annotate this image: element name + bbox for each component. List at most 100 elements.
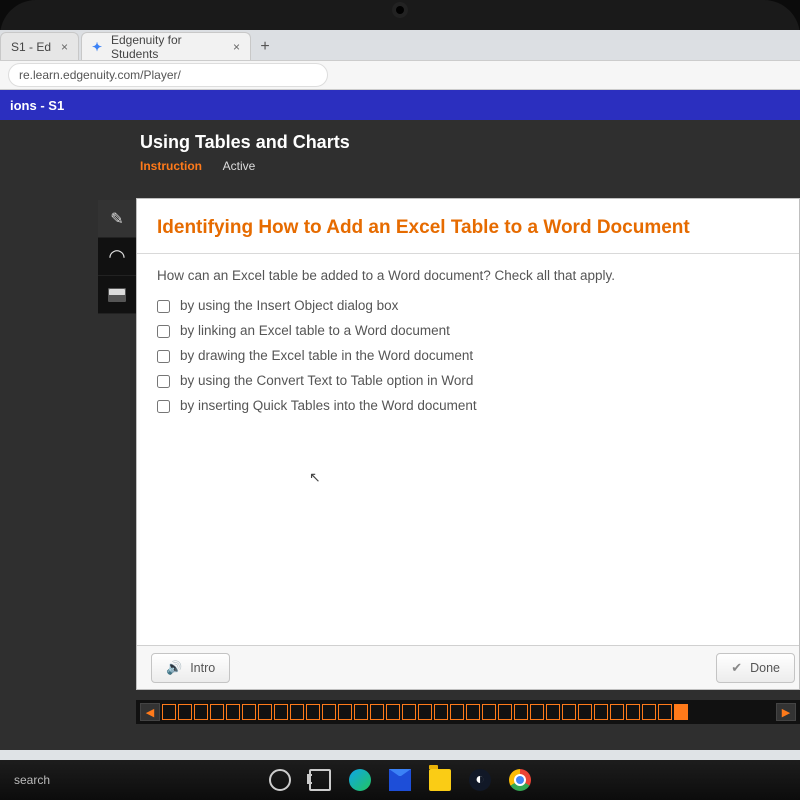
tab-instruction[interactable]: Instruction	[140, 159, 202, 173]
progress-cell[interactable]	[178, 704, 192, 720]
progress-cell[interactable]	[626, 704, 640, 720]
calculator-tool[interactable]	[98, 276, 136, 314]
side-toolbar: ✎ ◠	[98, 200, 136, 314]
mouse-cursor-icon: ↖	[309, 469, 321, 486]
question-heading: Identifying How to Add an Excel Table to…	[137, 199, 799, 253]
progress-cell[interactable]	[290, 704, 304, 720]
close-icon[interactable]: ×	[233, 40, 240, 54]
progress-cell[interactable]	[162, 704, 176, 720]
browser-tab-0[interactable]: S1 - Ed ×	[0, 32, 79, 60]
lesson-tabs: Instruction Active	[140, 159, 350, 173]
taskbar-search[interactable]: search	[0, 773, 64, 787]
course-title: ions - S1	[10, 98, 64, 113]
cortana-icon[interactable]	[269, 769, 291, 791]
progress-cell[interactable]	[434, 704, 448, 720]
pencil-icon: ✎	[110, 209, 123, 229]
option-2-label: by drawing the Excel table in the Word d…	[180, 348, 473, 363]
search-placeholder: search	[14, 773, 50, 787]
laptop-bezel: S1 - Ed × ✦ Edgenuity for Students × + r…	[0, 0, 800, 800]
progress-next-button[interactable]: ▶	[776, 703, 796, 721]
question-card: Identifying How to Add an Excel Table to…	[136, 198, 800, 690]
browser-tabstrip: S1 - Ed × ✦ Edgenuity for Students × +	[0, 30, 800, 60]
progress-cell[interactable]	[402, 704, 416, 720]
progress-cell[interactable]	[258, 704, 272, 720]
progress-cell[interactable]	[242, 704, 256, 720]
progress-cell[interactable]	[498, 704, 512, 720]
divider	[137, 253, 799, 254]
edge-icon[interactable]	[349, 769, 371, 791]
progress-cell[interactable]	[194, 704, 208, 720]
option-0-label: by using the Insert Object dialog box	[180, 298, 398, 313]
browser-tab-1[interactable]: ✦ Edgenuity for Students ×	[81, 32, 251, 60]
tab-active-state: Active	[223, 159, 256, 173]
progress-cells	[162, 704, 774, 720]
progress-cell[interactable]	[674, 704, 688, 720]
chrome-icon[interactable]	[509, 769, 531, 791]
course-title-bar: ions - S1	[0, 90, 800, 120]
url-field[interactable]: re.learn.edgenuity.com/Player/	[8, 63, 328, 87]
option-2[interactable]: by drawing the Excel table in the Word d…	[157, 343, 779, 368]
taskbar-icons: ◐	[269, 769, 531, 791]
progress-cell[interactable]	[610, 704, 624, 720]
progress-cell[interactable]	[338, 704, 352, 720]
steam-icon[interactable]: ◐	[469, 769, 491, 791]
progress-cell[interactable]	[594, 704, 608, 720]
question-prompt: How can an Excel table be added to a Wor…	[137, 268, 799, 293]
option-0[interactable]: by using the Insert Object dialog box	[157, 293, 779, 318]
option-4-checkbox[interactable]	[157, 400, 170, 413]
progress-cell[interactable]	[386, 704, 400, 720]
progress-cell[interactable]	[466, 704, 480, 720]
lesson-title: Using Tables and Charts	[140, 132, 350, 153]
speaker-icon: 🔊	[166, 660, 182, 676]
option-3[interactable]: by using the Convert Text to Table optio…	[157, 368, 779, 393]
progress-strip: ◀ ▶	[136, 700, 800, 724]
progress-cell[interactable]	[530, 704, 544, 720]
option-4[interactable]: by inserting Quick Tables into the Word …	[157, 393, 779, 418]
lesson-player: Using Tables and Charts Instruction Acti…	[0, 120, 800, 750]
task-view-icon[interactable]	[309, 769, 331, 791]
option-1[interactable]: by linking an Excel table to a Word docu…	[157, 318, 779, 343]
check-icon: ✔	[731, 660, 742, 676]
progress-cell[interactable]	[658, 704, 672, 720]
progress-cell[interactable]	[418, 704, 432, 720]
progress-cell[interactable]	[210, 704, 224, 720]
progress-cell[interactable]	[578, 704, 592, 720]
done-label: Done	[750, 661, 780, 675]
progress-cell[interactable]	[274, 704, 288, 720]
progress-cell[interactable]	[482, 704, 496, 720]
progress-cell[interactable]	[562, 704, 576, 720]
done-button[interactable]: ✔ Done	[716, 653, 795, 683]
option-3-checkbox[interactable]	[157, 375, 170, 388]
progress-cell[interactable]	[322, 704, 336, 720]
option-2-checkbox[interactable]	[157, 350, 170, 363]
windows-taskbar: search ◐	[0, 760, 800, 800]
intro-button[interactable]: 🔊 Intro	[151, 653, 230, 683]
calculator-icon	[108, 288, 126, 302]
progress-cell[interactable]	[642, 704, 656, 720]
file-explorer-icon[interactable]	[429, 769, 451, 791]
option-0-checkbox[interactable]	[157, 300, 170, 313]
audio-tool[interactable]: ◠	[98, 238, 136, 276]
close-icon[interactable]: ×	[61, 40, 68, 54]
tab-title: Edgenuity for Students	[111, 33, 223, 61]
progress-cell[interactable]	[370, 704, 384, 720]
progress-cell[interactable]	[226, 704, 240, 720]
lesson-header: Using Tables and Charts Instruction Acti…	[140, 132, 350, 173]
webcam	[396, 6, 404, 14]
progress-cell[interactable]	[450, 704, 464, 720]
progress-cell[interactable]	[546, 704, 560, 720]
edgenuity-favicon-icon: ✦	[92, 40, 105, 54]
progress-cell[interactable]	[514, 704, 528, 720]
option-1-checkbox[interactable]	[157, 325, 170, 338]
options-list: by using the Insert Object dialog box by…	[137, 293, 799, 418]
option-1-label: by linking an Excel table to a Word docu…	[180, 323, 450, 338]
pencil-tool[interactable]: ✎	[98, 200, 136, 238]
new-tab-button[interactable]: +	[253, 38, 277, 60]
progress-cell[interactable]	[354, 704, 368, 720]
screen: S1 - Ed × ✦ Edgenuity for Students × + r…	[0, 30, 800, 800]
headphones-icon: ◠	[108, 244, 125, 269]
progress-prev-button[interactable]: ◀	[140, 703, 160, 721]
progress-cell[interactable]	[306, 704, 320, 720]
mail-icon[interactable]	[389, 769, 411, 791]
option-4-label: by inserting Quick Tables into the Word …	[180, 398, 477, 413]
